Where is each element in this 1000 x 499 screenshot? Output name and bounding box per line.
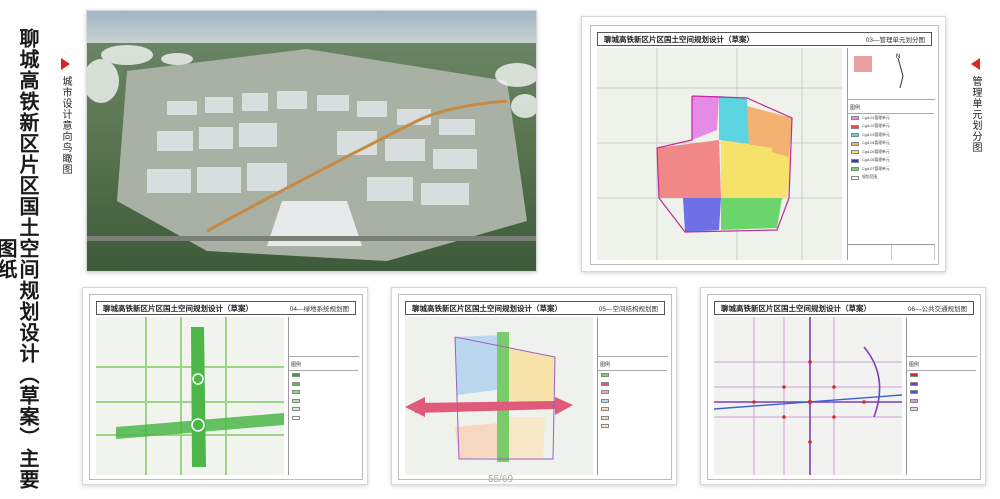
sheet-spatial-structure: 聊城高铁新区片区国土空间规划设计（草案） 05—空间结构规划图 图例 xyxy=(391,287,677,485)
svg-text:N: N xyxy=(896,54,900,60)
sheet-management-units: 聊城高铁新区片区国土空间规划设计（草案） 03—管理单元划分图 N 图例 Cgd… xyxy=(581,16,946,272)
legend-item: Cgd-02管理单元 xyxy=(848,123,934,132)
legend-item: Cgd-04管理单元 xyxy=(848,140,934,149)
management-tag-label: 管理单元划分图 xyxy=(970,76,981,153)
sheet-number: 05—空间结构规划图 xyxy=(598,306,658,313)
locator-map: N xyxy=(848,48,935,100)
aerial-tag-label: 城市设计意向鸟瞰图 xyxy=(60,76,71,175)
map-management-units xyxy=(597,48,842,260)
legend-item: 规划范围 xyxy=(848,174,934,183)
locator-map xyxy=(907,317,977,357)
red-triangle-icon xyxy=(971,58,980,70)
sheet-title: 聊城高铁新区片区国土空间规划设计（草案） xyxy=(103,303,253,313)
legend-title: 图例 xyxy=(289,359,358,371)
legend-item: Cgd-03管理单元 xyxy=(848,131,934,140)
legend-panel: N 图例 Cgd-01管理单元 Cgd-02管理单元 Cgd-03管理单元 Cg… xyxy=(847,48,935,260)
page-number: 55/69 xyxy=(488,474,514,485)
sheet-number: 04—绿地系统规划图 xyxy=(289,306,349,313)
legend-panel: 图例 xyxy=(906,317,977,475)
legend-title: 图例 xyxy=(848,102,934,114)
aerial-tag: 城市设计意向鸟瞰图 xyxy=(58,58,73,175)
sheet-number: 03—管理单元划分图 xyxy=(865,37,925,44)
locator-map xyxy=(289,317,359,357)
sheet-public-transport: 聊城高铁新区片区国土空间规划设计（草案） 06—公共交通规划图 图例 xyxy=(700,287,986,485)
sheet-green-system: 聊城高铁新区片区国土空间规划设计（草案） 04—绿地系统规划图 图例 xyxy=(82,287,368,485)
legend-item: Cgd-05管理单元 xyxy=(848,148,934,157)
sheet-title: 聊城高铁新区片区国土空间规划设计（草案） xyxy=(721,303,871,313)
title-block xyxy=(848,244,935,260)
sheet-number: 06—公共交通规划图 xyxy=(907,306,967,313)
page-title: 聊城高铁新区片区国土空间规划设计（草案）主要图纸 xyxy=(0,27,38,490)
legend-item: Cgd-07管理单元 xyxy=(848,165,934,174)
red-triangle-icon xyxy=(61,58,70,70)
sheet-title: 聊城高铁新区片区国土空间规划设计（草案） xyxy=(604,34,754,44)
map-public-transport xyxy=(714,317,902,475)
map-green-system xyxy=(96,317,284,475)
legend-item: Cgd-06管理单元 xyxy=(848,157,934,166)
legend-item: Cgd-01管理单元 xyxy=(848,114,934,123)
sheet-title: 聊城高铁新区片区国土空间规划设计（草案） xyxy=(412,303,562,313)
legend-panel: 图例 xyxy=(288,317,359,475)
legend-panel: 图例 xyxy=(597,317,668,475)
management-tag: 管理单元划分图 xyxy=(968,58,983,153)
aerial-rendering xyxy=(86,10,537,272)
legend-title: 图例 xyxy=(907,359,976,371)
locator-map xyxy=(598,317,668,357)
map-spatial-structure xyxy=(405,317,593,475)
legend-title: 图例 xyxy=(598,359,667,371)
